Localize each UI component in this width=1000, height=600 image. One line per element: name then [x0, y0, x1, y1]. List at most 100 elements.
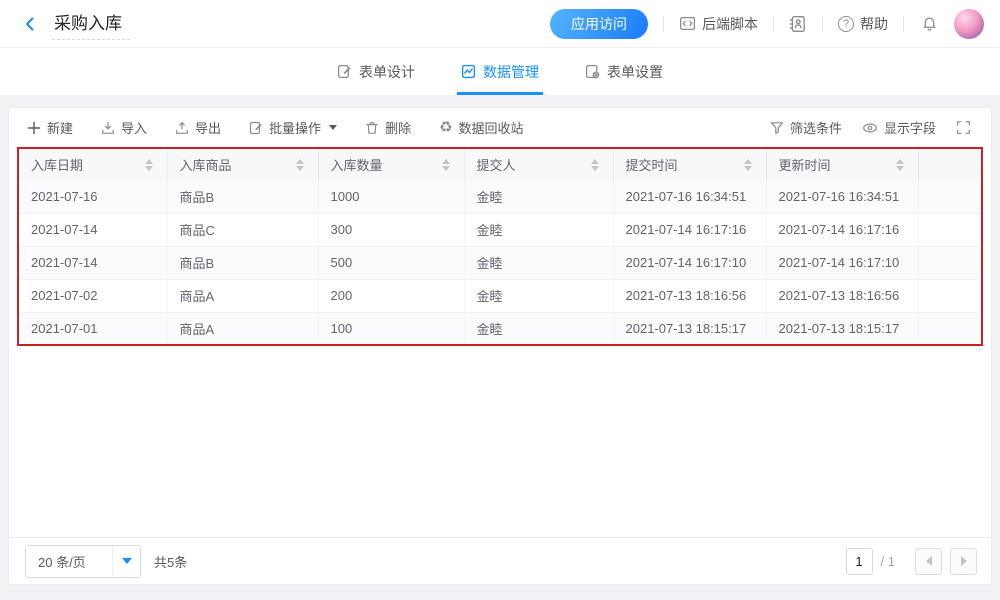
table-cell[interactable]: 金睦 [464, 279, 613, 312]
tab-form-settings[interactable]: 表单设置 [585, 48, 663, 95]
data-chart-icon [461, 64, 476, 79]
table-cell[interactable]: 金睦 [464, 180, 613, 213]
page-size-select[interactable]: 20 条/页 [25, 545, 141, 578]
column-label: 入库日期 [31, 155, 83, 174]
sort-icon[interactable] [742, 157, 754, 173]
table-cell[interactable]: 2021-07-14 16:17:16 [766, 213, 918, 246]
divider [663, 16, 664, 32]
export-label: 导出 [195, 118, 221, 137]
app-access-button[interactable]: 应用访问 [550, 9, 648, 39]
table-cell[interactable]: 2021-07-13 18:16:56 [766, 279, 918, 312]
contacts-button[interactable] [789, 15, 807, 33]
table-cell[interactable]: 2021-07-14 16:17:10 [766, 246, 918, 279]
table-row[interactable]: 2021-07-14商品B500金睦2021-07-14 16:17:10202… [18, 246, 982, 279]
column-header-inbound-date[interactable]: 入库日期 [18, 148, 167, 180]
table-row[interactable]: 2021-07-01商品A100金睦2021-07-13 18:15:17202… [18, 312, 982, 345]
table-cell[interactable]: 200 [318, 279, 464, 312]
question-icon: ? [838, 16, 854, 32]
table-cell[interactable]: 1000 [318, 180, 464, 213]
prev-page-button[interactable] [915, 548, 942, 575]
column-header-submit-time[interactable]: 提交时间 [613, 148, 766, 180]
help-label: 帮助 [860, 14, 888, 34]
new-label: 新建 [47, 118, 73, 137]
code-icon [679, 15, 696, 32]
table-cell[interactable]: 2021-07-14 [18, 246, 167, 279]
fullscreen-icon [956, 120, 971, 135]
column-header-product[interactable]: 入库商品 [167, 148, 318, 180]
filter-label: 筛选条件 [790, 118, 842, 137]
filter-button[interactable]: 筛选条件 [770, 118, 842, 137]
table-cell[interactable]: 商品A [167, 312, 318, 345]
table-cell[interactable]: 2021-07-13 18:15:17 [613, 312, 766, 345]
table-cell[interactable]: 2021-07-14 16:17:16 [613, 213, 766, 246]
column-header-update-time[interactable]: 更新时间 [766, 148, 918, 180]
batch-operations-button[interactable]: 批量操作 [249, 118, 337, 137]
recycle-label: 数据回收站 [459, 118, 524, 137]
table-cell[interactable]: 2021-07-02 [18, 279, 167, 312]
table-cell[interactable]: 2021-07-16 [18, 180, 167, 213]
delete-button[interactable]: 删除 [365, 118, 411, 137]
top-bar: 采购入库 应用访问 后端脚本 ? 帮助 [0, 0, 1000, 48]
backend-script-button[interactable]: 后端脚本 [679, 14, 758, 34]
chevron-down-icon [122, 558, 132, 564]
tab-form-design[interactable]: 表单设计 [337, 48, 415, 95]
column-header-quantity[interactable]: 入库数量 [318, 148, 464, 180]
chevron-left-icon [926, 556, 932, 566]
table-cell[interactable]: 商品B [167, 246, 318, 279]
table-cell-empty [918, 180, 982, 213]
next-page-button[interactable] [950, 548, 977, 575]
table-cell[interactable]: 金睦 [464, 312, 613, 345]
tab-data-management[interactable]: 数据管理 [461, 48, 539, 95]
fields-label: 显示字段 [884, 118, 936, 137]
address-book-icon [789, 15, 807, 33]
table-cell[interactable]: 2021-07-14 16:17:10 [613, 246, 766, 279]
chevron-down-icon [329, 125, 337, 130]
table-cell[interactable]: 商品B [167, 180, 318, 213]
user-avatar[interactable] [954, 9, 984, 39]
sort-icon[interactable] [440, 157, 452, 173]
table-cell[interactable]: 2021-07-14 [18, 213, 167, 246]
table-cell[interactable]: 2021-07-01 [18, 312, 167, 345]
sort-icon[interactable] [589, 157, 601, 173]
table-body: 2021-07-16商品B1000金睦2021-07-16 16:34:5120… [18, 180, 982, 345]
sort-icon[interactable] [894, 157, 906, 173]
total-pages: / 1 [881, 554, 895, 569]
help-button[interactable]: ? 帮助 [838, 14, 888, 34]
column-header-submitter[interactable]: 提交人 [464, 148, 613, 180]
page-title[interactable]: 采购入库 [52, 7, 130, 40]
table-cell[interactable]: 2021-07-13 18:15:17 [766, 312, 918, 345]
table-row[interactable]: 2021-07-14商品C300金睦2021-07-14 16:17:16202… [18, 213, 982, 246]
table-cell[interactable]: 商品C [167, 213, 318, 246]
back-button[interactable] [18, 12, 42, 36]
recycle-bin-button[interactable]: ♻ 数据回收站 [439, 118, 523, 137]
table-cell[interactable]: 300 [318, 213, 464, 246]
fullscreen-button[interactable] [956, 120, 971, 135]
new-record-button[interactable]: 新建 [27, 118, 73, 137]
tab-label: 数据管理 [483, 62, 539, 82]
notifications-button[interactable] [921, 15, 938, 32]
table-cell[interactable]: 2021-07-13 18:16:56 [613, 279, 766, 312]
backend-script-label: 后端脚本 [702, 14, 758, 34]
table-cell[interactable]: 金睦 [464, 246, 613, 279]
table-row[interactable]: 2021-07-02商品A200金睦2021-07-13 18:16:56202… [18, 279, 982, 312]
table-cell[interactable]: 2021-07-16 16:34:51 [766, 180, 918, 213]
table-cell[interactable]: 2021-07-16 16:34:51 [613, 180, 766, 213]
sort-icon[interactable] [294, 157, 306, 173]
table-cell[interactable]: 500 [318, 246, 464, 279]
sort-icon[interactable] [143, 157, 155, 173]
import-button[interactable]: 导入 [101, 118, 147, 137]
table-cell[interactable]: 商品A [167, 279, 318, 312]
display-fields-button[interactable]: 显示字段 [862, 118, 936, 137]
divider [773, 16, 774, 32]
pagination-bar: 20 条/页 共5条 1 / 1 [9, 537, 991, 584]
table-row[interactable]: 2021-07-16商品B1000金睦2021-07-16 16:34:5120… [18, 180, 982, 213]
column-label: 提交时间 [626, 155, 678, 174]
column-label: 更新时间 [779, 155, 831, 174]
current-page-input[interactable]: 1 [846, 548, 873, 575]
delete-label: 删除 [385, 118, 411, 137]
table-cell[interactable]: 金睦 [464, 213, 613, 246]
table-header-row: 入库日期 入库商品 入库数量 提交人 提交时间 更新时间 [18, 148, 982, 180]
export-button[interactable]: 导出 [175, 118, 221, 137]
table-cell[interactable]: 100 [318, 312, 464, 345]
data-table: 入库日期 入库商品 入库数量 提交人 提交时间 更新时间 2021-07-16商… [17, 147, 983, 346]
